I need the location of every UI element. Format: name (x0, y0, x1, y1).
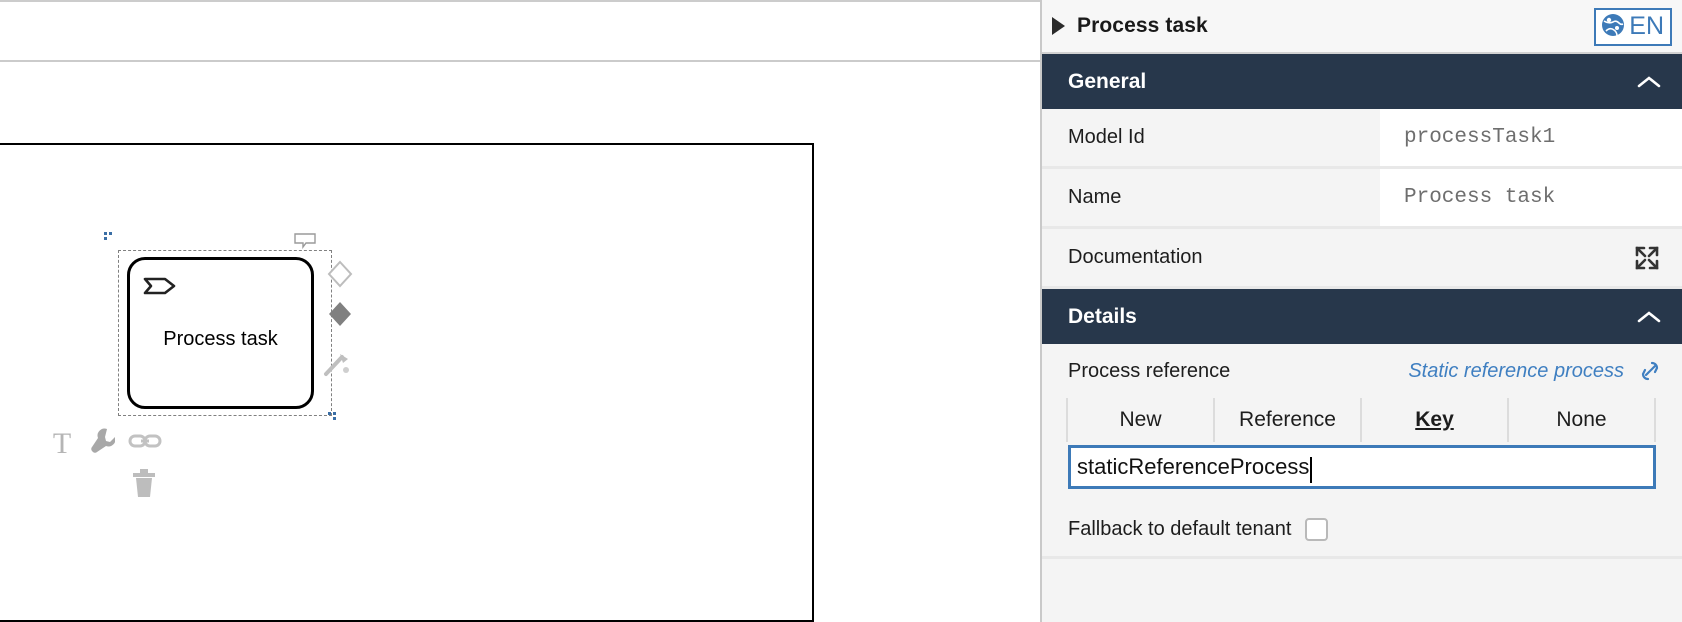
field-label-documentation: Documentation (1042, 246, 1203, 269)
fallback-label: Fallback to default tenant (1068, 518, 1291, 541)
collapse-arrow-icon[interactable] (1052, 17, 1065, 35)
field-row-model-id: Model Id processTask1 (1042, 109, 1682, 169)
globe-icon (1600, 12, 1626, 43)
field-row-documentation: Documentation (1042, 229, 1682, 289)
panel-titlebar: Process task EN (1042, 0, 1682, 54)
field-row-name: Name Process task (1042, 169, 1682, 229)
trash-icon[interactable] (131, 468, 157, 500)
comment-bubble-icon[interactable] (294, 233, 316, 249)
section-header-general[interactable]: General (1042, 54, 1682, 109)
text-caret (1310, 457, 1312, 483)
static-reference-process-link[interactable]: Static reference process (1408, 360, 1624, 383)
name-input[interactable]: Process task (1380, 169, 1682, 226)
expand-icon[interactable] (1634, 245, 1660, 271)
chevron-up-icon[interactable] (1636, 309, 1662, 325)
tab-key[interactable]: Key (1360, 398, 1509, 442)
selection-handle-top-left[interactable] (104, 232, 113, 241)
chain-link-icon[interactable] (1638, 359, 1662, 383)
text-annotation-icon[interactable]: T (48, 425, 76, 459)
field-label-model-id: Model Id (1042, 126, 1145, 149)
wrench-icon[interactable] (87, 425, 115, 459)
chevron-up-icon[interactable] (1636, 74, 1662, 90)
gateway-outline-icon[interactable] (327, 260, 353, 288)
diagram-canvas[interactable]: Process task T (0, 0, 1040, 622)
toolbar-divider (0, 60, 1040, 62)
selection-handle-bottom-right[interactable] (328, 412, 337, 421)
tab-reference[interactable]: Reference (1213, 398, 1362, 442)
process-task-shape[interactable]: Process task (127, 257, 314, 409)
language-label: EN (1629, 14, 1664, 39)
fallback-checkbox[interactable] (1305, 518, 1328, 541)
key-input-value: staticReferenceProcess (1077, 454, 1309, 480)
section-title-details: Details (1068, 305, 1137, 329)
process-reference-label: Process reference (1042, 360, 1230, 383)
section-header-details[interactable]: Details (1042, 289, 1682, 344)
model-id-input[interactable]: processTask1 (1380, 109, 1682, 166)
svg-text:T: T (53, 427, 71, 459)
connect-tool-icon[interactable] (322, 350, 352, 378)
process-task-marker-icon (143, 275, 177, 297)
reference-mode-tabs[interactable]: New Reference Key None (1068, 398, 1656, 442)
gateway-filled-icon[interactable] (327, 300, 353, 328)
panel-tail-strip (1042, 559, 1682, 577)
process-task-label: Process task (130, 328, 311, 351)
language-button[interactable]: EN (1594, 8, 1672, 46)
key-input[interactable]: staticReferenceProcess (1068, 445, 1656, 489)
app-root: Process task T (0, 0, 1682, 622)
field-label-name: Name (1042, 186, 1121, 209)
tab-none[interactable]: None (1507, 398, 1656, 442)
properties-panel: Process task EN General (1040, 0, 1682, 622)
canvas-top-border (0, 0, 1040, 2)
page-title: Process task (1077, 14, 1208, 38)
section-title-general: General (1068, 70, 1146, 94)
tab-new[interactable]: New (1066, 398, 1215, 442)
fallback-to-default-tenant-row: Fallback to default tenant (1042, 503, 1682, 559)
link-icon[interactable] (128, 428, 162, 454)
process-reference-row: Process reference Static reference proce… (1042, 344, 1682, 398)
